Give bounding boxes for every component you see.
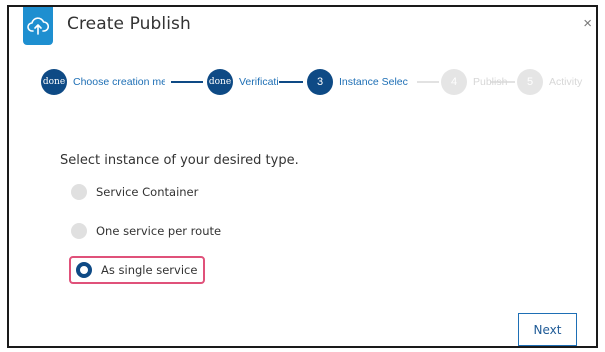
step-label: Activity <box>549 76 583 88</box>
close-icon[interactable]: × <box>583 16 592 31</box>
step-number-marker: 3 <box>307 69 333 95</box>
step-4[interactable]: 4 Publish <box>441 69 513 95</box>
option-as-single-service[interactable]: As single service <box>69 256 206 284</box>
dialog-header: Create Publish × <box>9 7 596 45</box>
radio-button[interactable] <box>71 184 87 200</box>
step-label: Verificati <box>239 76 279 88</box>
progress-stepper: done Choose creation me done Verificati … <box>41 69 596 95</box>
option-label: One service per route <box>96 224 222 238</box>
dialog-title: Create Publish <box>67 14 191 34</box>
radio-button[interactable] <box>71 223 87 239</box>
step-number-marker: 4 <box>441 69 467 95</box>
step-connector <box>171 81 203 83</box>
option-one-service-per-route[interactable]: One service per route <box>71 217 221 245</box>
step-1[interactable]: done Choose creation me <box>41 69 165 95</box>
step-2[interactable]: done Verificati <box>207 69 287 95</box>
option-label: As single service <box>101 263 198 277</box>
cloud-upload-icon <box>23 7 53 45</box>
radio-button-checked[interactable] <box>76 262 92 278</box>
next-button[interactable]: Next <box>518 313 577 346</box>
step-connector <box>417 81 439 83</box>
step-label: Publish <box>473 76 508 88</box>
step-done-marker: done <box>207 69 233 95</box>
step-label: Instance Selec <box>339 76 408 88</box>
option-service-container[interactable]: Service Container <box>71 178 198 206</box>
step-number-marker: 5 <box>517 69 543 95</box>
step-3[interactable]: 3 Instance Selec <box>307 69 415 95</box>
option-label: Service Container <box>96 185 199 199</box>
create-publish-dialog: Create Publish × done Choose creation me… <box>7 5 598 348</box>
step-label: Choose creation me <box>73 76 165 88</box>
step-done-marker: done <box>41 69 67 95</box>
instance-question: Select instance of your desired type. <box>60 153 299 168</box>
step-5[interactable]: 5 Activity <box>517 69 597 95</box>
